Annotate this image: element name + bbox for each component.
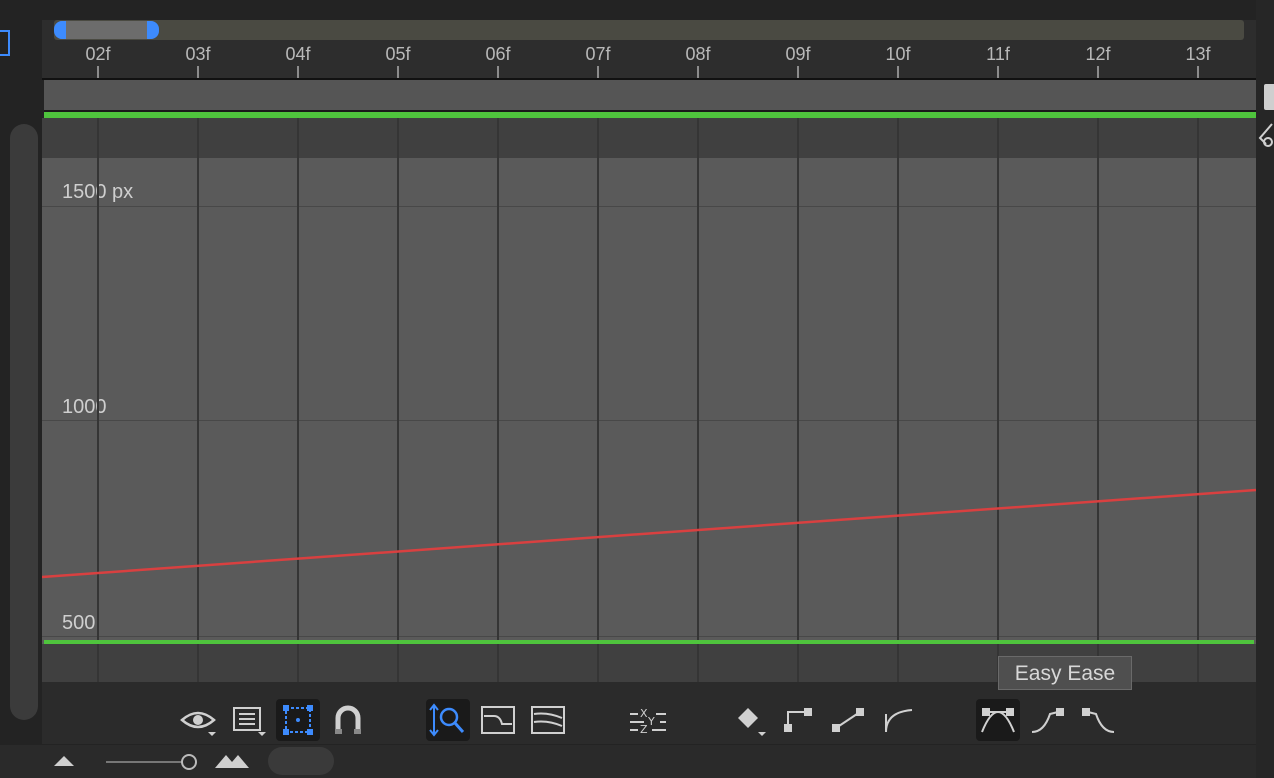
ruler-tick-label: 07f [585, 44, 611, 64]
vertical-scrollbar[interactable] [10, 124, 38, 720]
ruler-tick-label: 06f [485, 44, 511, 64]
auto-bezier-icon[interactable] [876, 698, 920, 742]
ruler-tick-label: 05f [385, 44, 411, 64]
easy-ease-out-icon[interactable] [1076, 698, 1120, 742]
ruler-tick-mark [1097, 66, 1099, 78]
time-navigator-thumb[interactable] [58, 21, 154, 39]
zoom-slider-handle[interactable] [181, 754, 197, 770]
ruler-tick-mark [397, 66, 399, 78]
transform-box-icon[interactable] [276, 699, 320, 741]
zoom-slider-track[interactable] [106, 761, 192, 763]
value-graph [42, 488, 1256, 579]
zoom-out-mountain-icon[interactable] [52, 754, 76, 773]
separate-dimensions-icon[interactable]: XYZ [626, 698, 670, 742]
easy-ease-tooltip: Easy Ease [998, 656, 1132, 690]
fit-selection-icon[interactable] [476, 698, 520, 742]
ruler-tick-label: 11f [986, 44, 1010, 64]
snap-magnet-icon[interactable] [326, 698, 370, 742]
ruler-tick-mark [197, 66, 199, 78]
ruler-tick-mark [997, 66, 999, 78]
svg-text:X: X [640, 707, 648, 720]
hold-keyframe-icon[interactable] [776, 698, 820, 742]
pen-tool-icon[interactable] [1256, 122, 1274, 150]
ruler-tick-label: 13f [1185, 44, 1211, 64]
right-panel-edge [1256, 0, 1274, 778]
svg-text:Z: Z [640, 723, 648, 736]
keyframe-menu-icon[interactable] [726, 698, 770, 742]
ruler-tick-mark [597, 66, 599, 78]
time-navigator-track[interactable] [54, 20, 1244, 40]
ruler-tick-label: 04f [285, 44, 311, 64]
ruler-tick-mark [897, 66, 899, 78]
fit-all-graphs-icon[interactable] [526, 698, 570, 742]
ruler-tick-mark [797, 66, 799, 78]
lower-limit-line [44, 640, 1254, 644]
navigator-start-handle[interactable] [54, 21, 66, 39]
ruler-tick-mark [97, 66, 99, 78]
ruler-tick-label: 02f [85, 44, 111, 64]
panel-tab-icon[interactable] [0, 30, 10, 56]
easy-ease-in-icon[interactable] [1026, 698, 1070, 742]
ruler-tick-label: 03f [185, 44, 211, 64]
ruler-tick-label: 09f [785, 44, 811, 64]
easy-ease-icon[interactable] [976, 699, 1020, 741]
ruler-tick-mark [497, 66, 499, 78]
ruler-tick-mark [297, 66, 299, 78]
ruler-tick-mark [1197, 66, 1199, 78]
ruler-tick-label: 12f [1085, 44, 1111, 64]
graph-editor-area[interactable]: 1500 px 1000 500 [42, 118, 1256, 682]
zoom-in-mountain-icon[interactable] [214, 752, 250, 775]
value-curve[interactable] [42, 488, 1256, 579]
svg-text:Y: Y [647, 715, 655, 728]
ruler-tick-label: 10f [885, 44, 911, 64]
linear-keyframe-icon[interactable] [826, 698, 870, 742]
ruler-tick-label: 08f [685, 44, 711, 64]
work-area-band[interactable] [44, 80, 1256, 111]
auto-zoom-height-icon[interactable] [426, 699, 470, 741]
time-marker-tab-icon[interactable] [1264, 84, 1274, 110]
graph-type-menu-icon[interactable] [226, 698, 270, 742]
ruler-tick-mark [697, 66, 699, 78]
show-properties-eye-icon[interactable] [176, 698, 220, 742]
timeline-scrollbar-thumb[interactable] [268, 747, 334, 775]
